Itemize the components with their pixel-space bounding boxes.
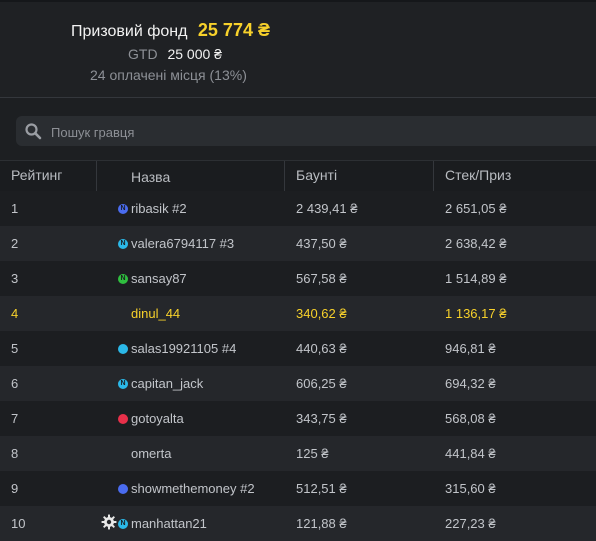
player-name: showmethemoney #2 — [131, 481, 255, 496]
bounty-cell: 567,58 ₴ — [296, 271, 347, 286]
stack-cell: 2 651,05 ₴ — [445, 201, 507, 216]
stack-cell: 568,08 ₴ — [445, 411, 496, 426]
stack-cell: 227,23 ₴ — [445, 516, 496, 531]
bounty-cell: 121,88 ₴ — [296, 516, 347, 531]
stack-cell: 1 136,17 ₴ — [445, 306, 507, 321]
stack-cell: 1 514,89 ₴ — [445, 271, 507, 286]
rank-cell: 10 — [11, 516, 26, 531]
player-search[interactable] — [16, 116, 596, 148]
network-badge-icon: N — [118, 274, 128, 284]
network-badge-icon: N — [118, 204, 128, 214]
rank-cell: 4 — [11, 306, 19, 321]
network-badge-icon: N — [118, 379, 128, 389]
column-separator — [284, 161, 285, 191]
status-dot-icon — [118, 484, 128, 494]
player-name: sansay87 — [131, 271, 187, 286]
table-row[interactable]: 10 N manhattan21 121,88 ₴ 227,23 ₴ — [0, 506, 596, 541]
bounty-cell: 440,63 ₴ — [296, 341, 347, 356]
player-name: capitan_jack — [131, 376, 204, 391]
prize-label: Призовий фонд — [71, 23, 188, 40]
bounty-cell: 343,75 ₴ — [296, 411, 347, 426]
header-stack[interactable]: Стек/Приз — [445, 167, 511, 183]
stack-cell: 946,81 ₴ — [445, 341, 496, 356]
network-badge-icon: N — [118, 519, 128, 529]
header-rank[interactable]: Рейтинг — [11, 167, 62, 183]
stack-cell: 315,60 ₴ — [445, 481, 496, 496]
stack-cell: 441,84 ₴ — [445, 446, 496, 461]
status-dot-icon — [118, 414, 128, 424]
prize-pool: Призовий фонд 25 774 ₴ — [71, 20, 270, 41]
bounty-cell: 512,51 ₴ — [296, 481, 347, 496]
table-row[interactable]: 6 N capitan_jack 606,25 ₴ 694,32 ₴ — [0, 366, 596, 401]
rank-cell: 2 — [11, 236, 19, 251]
guarantee: GTD 25 000 ₴ — [128, 46, 222, 62]
player-name: valera6794117 #3 — [131, 236, 235, 251]
table-row[interactable]: 5 salas19921105 #4 440,63 ₴ 946,81 ₴ — [0, 331, 596, 366]
rank-cell: 6 — [11, 376, 19, 391]
table-row[interactable]: 1 N ribasik #2 2 439,41 ₴ 2 651,05 ₴ — [0, 191, 596, 226]
table-row[interactable]: 8 omerta 125 ₴ 441,84 ₴ — [0, 436, 596, 471]
player-name: ribasik #2 — [131, 201, 187, 216]
rank-cell: 1 — [11, 201, 19, 216]
rank-cell: 5 — [11, 341, 19, 356]
search-icon — [25, 123, 42, 140]
table-row[interactable]: 2 N valera6794117 #3 437,50 ₴ 2 638,42 ₴ — [0, 226, 596, 261]
table-row[interactable]: 9 showmethemoney #2 512,51 ₴ 315,60 ₴ — [0, 471, 596, 506]
players-table: 1 N ribasik #2 2 439,41 ₴ 2 651,05 ₴ 2 N… — [0, 191, 596, 541]
table-row[interactable]: 7 gotoyalta 343,75 ₴ 568,08 ₴ — [0, 401, 596, 436]
player-name: omerta — [131, 446, 172, 461]
table-row-current-player[interactable]: 4 dinul_44 340,62 ₴ 1 136,17 ₴ — [0, 296, 596, 331]
bounty-cell: 606,25 ₴ — [296, 376, 347, 391]
gtd-amount: 25 000 ₴ — [167, 46, 222, 62]
table-header: Рейтинг Назва Баунті Стек/Приз — [0, 160, 596, 191]
paid-places: 24 оплачені місця (13%) — [90, 67, 247, 83]
bounty-cell: 340,62 ₴ — [296, 306, 347, 321]
gear-icon — [101, 514, 117, 530]
status-dot-icon — [118, 344, 128, 354]
divider — [0, 97, 596, 98]
column-separator — [433, 161, 434, 191]
rank-cell: 8 — [11, 446, 19, 461]
rank-cell: 9 — [11, 481, 19, 496]
stack-cell: 694,32 ₴ — [445, 376, 496, 391]
player-name: dinul_44 — [131, 306, 181, 321]
bounty-cell: 437,50 ₴ — [296, 236, 347, 251]
stack-cell: 2 638,42 ₴ — [445, 236, 507, 251]
tournament-summary: Призовий фонд 25 774 ₴ GTD 25 000 ₴ 24 о… — [0, 0, 596, 97]
player-name: manhattan21 — [131, 516, 207, 531]
gtd-label: GTD — [128, 46, 158, 62]
network-badge-icon: N — [118, 239, 128, 249]
header-name[interactable]: Назва — [131, 169, 170, 185]
rank-cell: 3 — [11, 271, 19, 286]
player-name: salas19921105 #4 — [131, 341, 237, 356]
bounty-cell: 125 ₴ — [296, 446, 329, 461]
rank-cell: 7 — [11, 411, 19, 426]
prize-amount: 25 774 ₴ — [197, 20, 270, 40]
header-bounty[interactable]: Баунті — [296, 167, 337, 183]
column-separator — [96, 161, 97, 191]
table-row[interactable]: 3 N sansay87 567,58 ₴ 1 514,89 ₴ — [0, 261, 596, 296]
player-name: gotoyalta — [131, 411, 184, 426]
search-input[interactable] — [49, 116, 573, 148]
bounty-cell: 2 439,41 ₴ — [296, 201, 358, 216]
